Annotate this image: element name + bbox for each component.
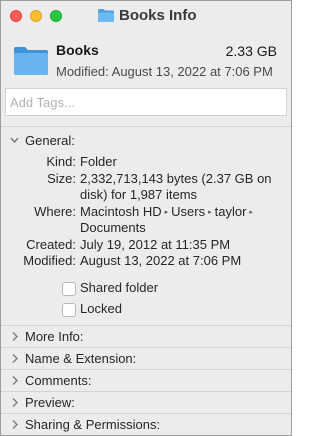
where-label: Where: — [34, 204, 76, 219]
section-label: Name & Extension: — [25, 351, 137, 366]
chevron-right-icon — [12, 354, 18, 363]
path-segment-taylor: taylor — [214, 204, 247, 219]
section-label: Preview: — [25, 395, 75, 410]
chevron-right-icon — [12, 376, 18, 385]
minimize-button[interactable] — [30, 10, 42, 22]
name-extension-section-header[interactable]: Name & Extension: — [1, 348, 291, 370]
window-title: Books Info — [119, 7, 197, 24]
folder-icon — [98, 9, 114, 22]
zoom-button[interactable] — [50, 10, 62, 22]
chevron-right-icon — [12, 332, 18, 341]
kind-label: Kind: — [46, 154, 76, 169]
section-label: More Info: — [25, 329, 84, 344]
where-path-line2: Documents — [80, 220, 146, 235]
preview-section-header[interactable]: Preview: — [1, 392, 291, 414]
path-separator-icon: ▸ — [208, 209, 212, 216]
path-separator-icon: ▸ — [164, 209, 169, 216]
path-separator-icon: ▸ — [249, 209, 253, 216]
more-info-section-header[interactable]: More Info: — [1, 326, 291, 348]
size-value-line2: disk) for 1,987 items — [80, 187, 198, 202]
chevron-right-icon — [12, 398, 18, 407]
locked-label[interactable]: Locked — [80, 301, 122, 316]
path-segment-macintosh-hd: Macintosh HD — [80, 204, 162, 219]
close-button[interactable] — [10, 10, 22, 22]
info-window: Books Info Books 2.33 GB Modified: Augus… — [0, 0, 292, 436]
locked-checkbox[interactable] — [62, 303, 76, 317]
item-name: Books — [56, 42, 99, 58]
item-size: 2.33 GB — [225, 43, 277, 59]
size-label: Size: — [47, 171, 76, 186]
sharing-permissions-section-header[interactable]: Sharing & Permissions: — [1, 414, 291, 435]
divider — [1, 126, 291, 127]
item-modified: Modified: August 13, 2022 at 7:06 PM — [56, 64, 273, 79]
chevron-down-icon — [10, 137, 19, 144]
title-bar[interactable]: Books Info — [1, 1, 291, 32]
tags-input[interactable] — [5, 88, 287, 116]
section-label: Comments: — [25, 373, 92, 388]
shared-folder-label[interactable]: Shared folder — [80, 280, 158, 295]
modified-value: August 13, 2022 at 7:06 PM — [80, 253, 242, 268]
kind-value: Folder — [80, 154, 117, 169]
path-segment-users: Users — [171, 204, 206, 219]
general-section-header[interactable]: General: — [1, 130, 291, 152]
size-value-line1: 2,332,713,143 bytes (2.37 GB on — [80, 171, 272, 186]
created-label: Created: — [26, 237, 76, 252]
modified-label: Modified: — [23, 253, 76, 268]
created-value: July 19, 2012 at 11:35 PM — [80, 237, 231, 252]
section-label: General: — [25, 133, 75, 148]
shared-folder-checkbox[interactable] — [62, 282, 76, 296]
chevron-right-icon — [12, 420, 18, 429]
section-label: Sharing & Permissions: — [25, 417, 161, 432]
folder-icon — [14, 47, 48, 75]
where-path: Macintosh HD ▸ Users ▸ taylor ▸ — [80, 204, 256, 219]
comments-section-header[interactable]: Comments: — [1, 370, 291, 392]
